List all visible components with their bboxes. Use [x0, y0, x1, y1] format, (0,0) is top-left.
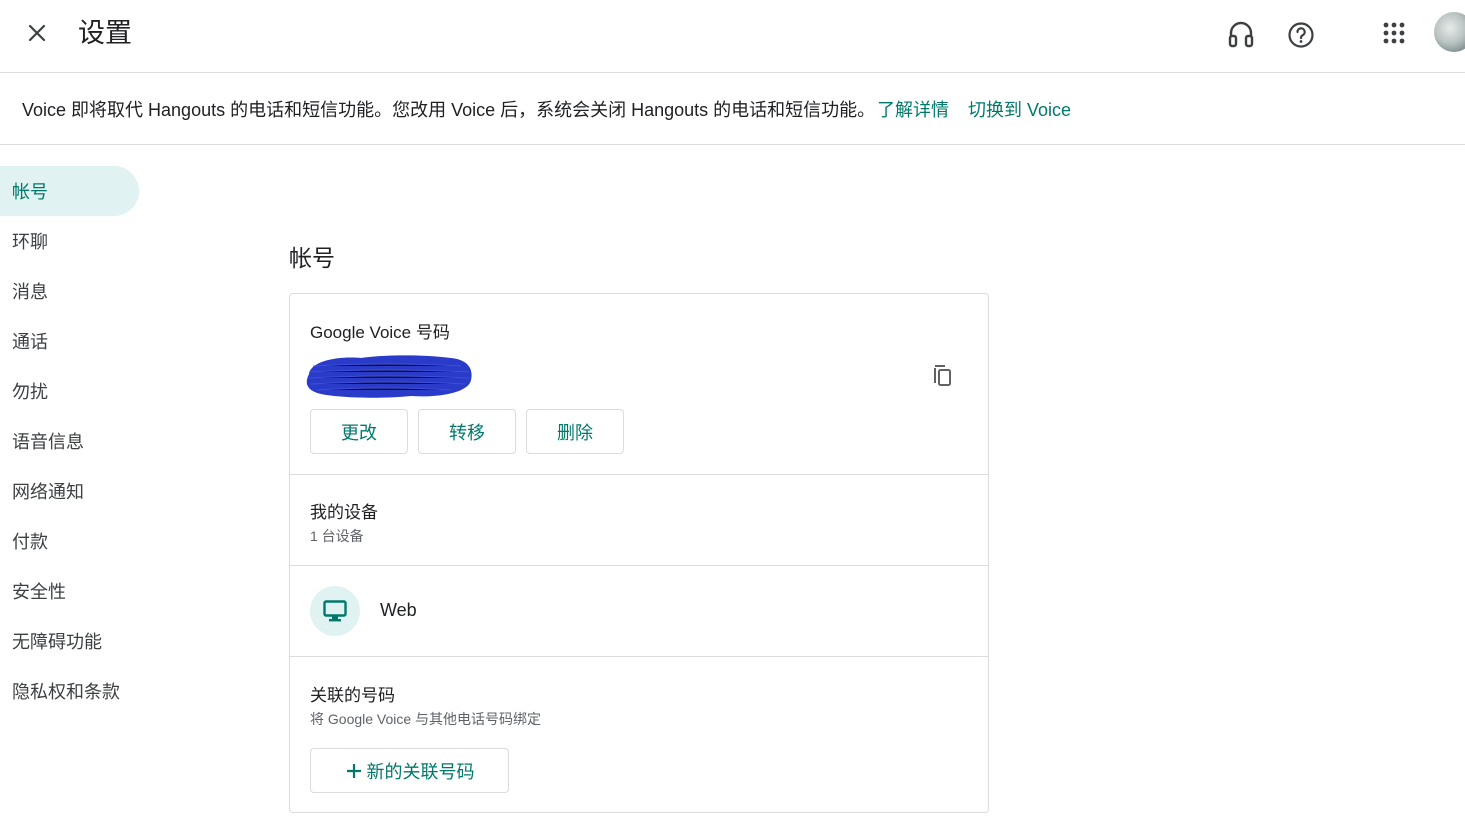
learn-more-link[interactable]: 了解详情	[877, 98, 949, 122]
delete-number-button[interactable]: 删除	[526, 409, 624, 454]
sidebar-item-web-notifications[interactable]: 网络通知	[0, 466, 140, 516]
help-icon	[1288, 22, 1314, 48]
linked-numbers-description: 将 Google Voice 与其他电话号码绑定	[310, 711, 542, 727]
sidebar-item-messages[interactable]: 消息	[0, 266, 140, 316]
banner-message: Voice 即将取代 Hangouts 的电话和短信功能。您改用 Voice 后…	[22, 100, 876, 120]
close-icon	[28, 24, 46, 42]
devices-count: 1 台设备	[310, 528, 364, 544]
sidebar-item-accessibility[interactable]: 无障碍功能	[0, 616, 140, 666]
plus-icon	[346, 763, 361, 778]
sidebar-item-privacy-terms[interactable]: 隐私权和条款	[0, 666, 140, 716]
sidebar-item-payments[interactable]: 付款	[0, 516, 140, 566]
new-linked-number-button[interactable]: 新的关联号码	[310, 748, 509, 793]
copy-number-button[interactable]	[926, 360, 958, 392]
transfer-number-button[interactable]: 转移	[418, 409, 516, 454]
sidebar-item-voicemail[interactable]: 语音信息	[0, 416, 140, 466]
apps-grid-icon	[1383, 22, 1405, 44]
device-item-name[interactable]: Web	[380, 600, 417, 621]
top-app-bar: 设置	[0, 0, 1465, 73]
help-button[interactable]	[1281, 15, 1321, 55]
divider	[290, 656, 988, 657]
monitor-icon	[323, 600, 347, 622]
sidebar-item-calls[interactable]: 通话	[0, 316, 140, 366]
page-title: 设置	[78, 18, 132, 48]
change-number-button[interactable]: 更改	[310, 409, 408, 454]
section-title: 帐号	[289, 245, 335, 271]
sidebar-item-security[interactable]: 安全性	[0, 566, 140, 616]
settings-sidebar: 帐号 环聊 消息 通话 勿扰 语音信息 网络通知 付款 安全性 无障碍功能 隐私…	[0, 166, 140, 716]
switch-to-voice-link[interactable]: 切换到 Voice	[968, 98, 1071, 122]
support-button[interactable]	[1221, 15, 1261, 55]
close-button[interactable]	[17, 13, 57, 53]
account-avatar[interactable]	[1434, 12, 1465, 52]
divider	[290, 565, 988, 566]
divider	[290, 474, 988, 475]
device-item-icon-badge	[310, 586, 360, 636]
migration-banner: Voice 即将取代 Hangouts 的电话和短信功能。您改用 Voice 后…	[0, 74, 1465, 145]
redacted-phone-number	[306, 355, 472, 398]
sidebar-item-hangouts[interactable]: 环聊	[0, 216, 140, 266]
linked-numbers-label: 关联的号码	[310, 686, 395, 705]
gv-number-label: Google Voice 号码	[310, 323, 450, 342]
apps-button[interactable]	[1374, 13, 1414, 53]
account-card: Google Voice 号码 更改 转移 删除 我的设备 1 台设备 Web …	[289, 293, 989, 813]
sidebar-item-account[interactable]: 帐号	[0, 166, 139, 216]
headset-icon	[1228, 21, 1254, 48]
sidebar-item-do-not-disturb[interactable]: 勿扰	[0, 366, 140, 416]
devices-label: 我的设备	[310, 503, 378, 522]
new-linked-number-label: 新的关联号码	[366, 761, 475, 782]
copy-icon	[934, 365, 951, 386]
